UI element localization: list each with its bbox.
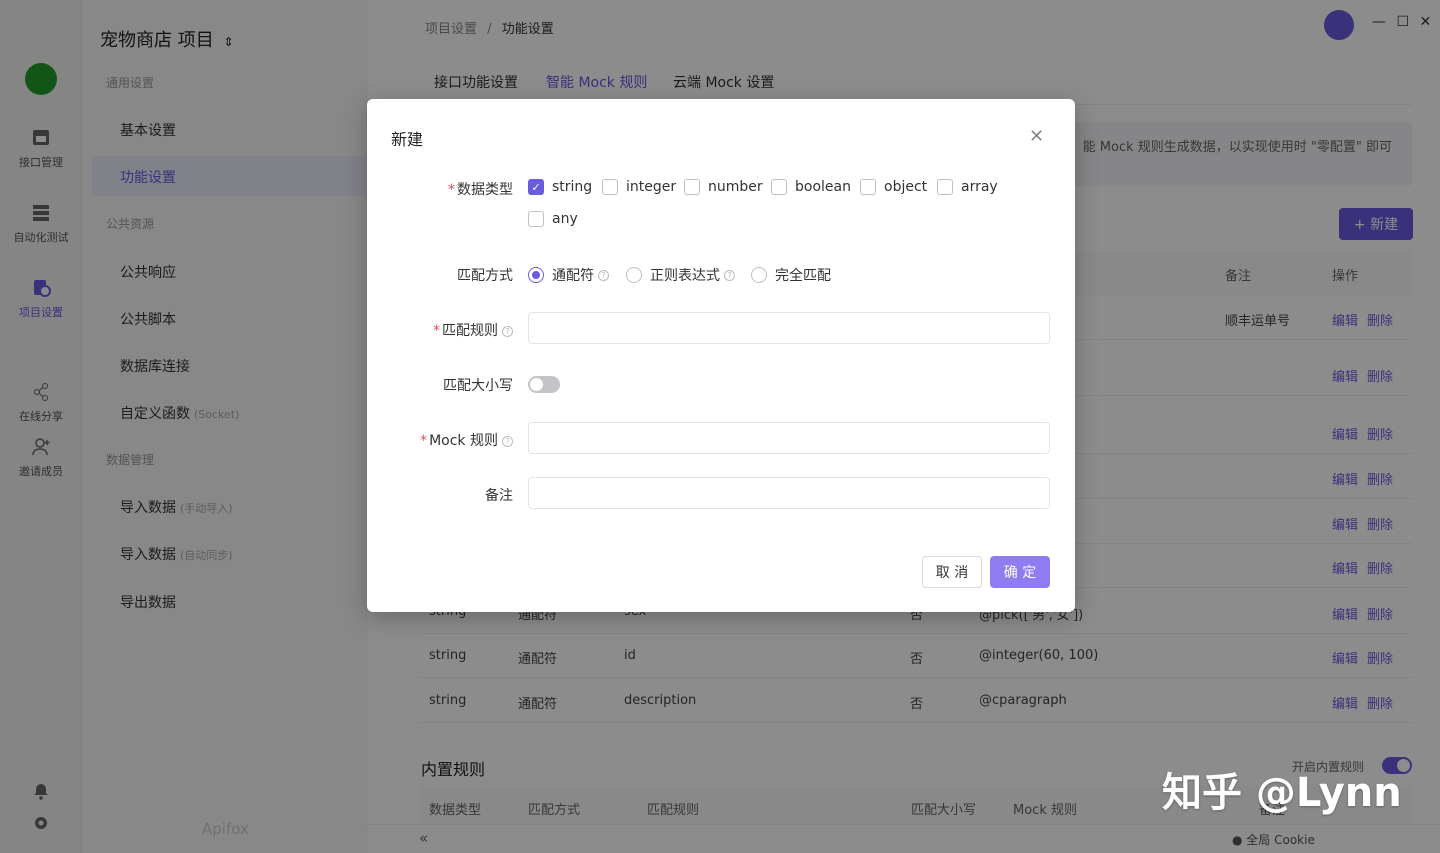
checkbox-label: boolean [795,179,851,195]
ok-button[interactable]: 确 定 [990,556,1050,588]
checkbox-label: any [552,211,578,227]
checkbox-box[interactable] [860,179,876,195]
case-label: 匹配大小写 [443,378,513,394]
match-mode-label: 匹配方式 [457,268,513,284]
case-toggle[interactable] [528,376,560,393]
checkbox-label: number [708,179,763,195]
checkbox-box[interactable] [528,211,544,227]
radio-circle[interactable] [528,267,544,283]
checkbox-box[interactable] [684,179,700,195]
remark-input[interactable] [528,477,1050,509]
radio-circle[interactable] [626,267,642,283]
radio-circle[interactable] [751,267,767,283]
remark-label: 备注 [485,488,513,504]
type-checkbox-array[interactable]: array [937,179,998,195]
match-mode-radio-1[interactable]: 正则表达式? [626,265,735,285]
cancel-button[interactable]: 取 消 [922,556,982,588]
checkbox-box[interactable] [602,179,618,195]
mock-rule-label: * Mock 规则? [393,430,513,450]
data-type-label: * 数据类型 [448,182,513,198]
checkbox-label: array [961,179,998,195]
radio-label: 通配符 [552,268,594,284]
new-rule-modal: 新建 ✕ * 数据类型 ✓ string integer number boolean ob… [367,99,1075,612]
match-rule-input[interactable] [528,312,1050,344]
type-checkbox-any[interactable]: any [528,211,578,227]
match-rule-label: * 匹配规则? [393,320,513,340]
type-checkbox-object[interactable]: object [860,179,927,195]
match-mode-radio-2[interactable]: 完全匹配 [751,265,831,285]
help-icon: ? [502,325,513,337]
checkbox-label: string [552,179,593,195]
modal-title: 新建 [391,130,424,149]
radio-label: 正则表达式 [650,268,720,284]
watermark: 知乎 @Lynn [1162,770,1402,816]
help-icon: ? [598,269,609,281]
close-icon[interactable]: ✕ [1029,126,1044,147]
help-icon: ? [724,269,735,281]
help-icon: ? [502,435,513,447]
match-mode-radio-0[interactable]: 通配符? [528,265,609,285]
checkbox-box[interactable] [937,179,953,195]
type-checkbox-integer[interactable]: integer [602,179,676,195]
type-checkbox-boolean[interactable]: boolean [771,179,851,195]
checkbox-label: object [884,179,928,195]
checkbox-box[interactable]: ✓ [528,179,544,195]
radio-label: 完全匹配 [775,268,831,284]
type-checkbox-number[interactable]: number [684,179,763,195]
checkbox-box[interactable] [771,179,787,195]
mock-rule-input[interactable] [528,422,1050,454]
type-checkbox-string[interactable]: ✓ string [528,179,592,195]
checkbox-label: integer [626,179,677,195]
